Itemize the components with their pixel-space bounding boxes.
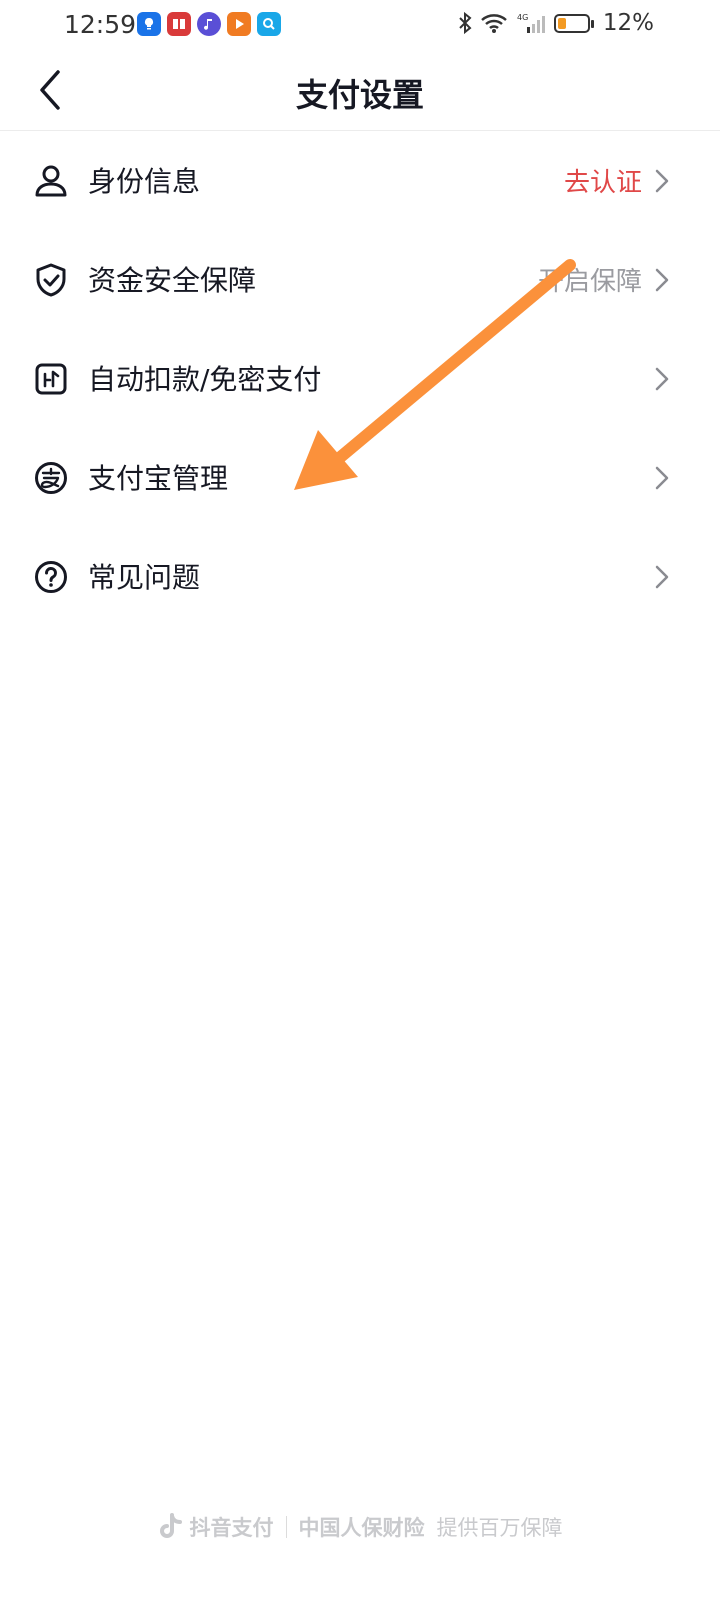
page-title: 支付设置 <box>295 76 424 114</box>
row-value: 去认证 <box>563 168 642 198</box>
row-fund-security[interactable]: 资金安全保障 开启保障 <box>0 231 720 330</box>
header: 支付设置 <box>0 50 720 131</box>
svg-text:4G: 4G <box>517 13 528 22</box>
row-label: 自动扣款/免密支付 <box>88 363 322 396</box>
bulb-app-icon <box>137 12 161 36</box>
chevron-right-icon <box>655 367 669 391</box>
notification-icons <box>137 12 281 36</box>
row-faq[interactable]: 常见问题 <box>0 528 720 627</box>
battery-percent: 12% <box>602 10 654 36</box>
alipay-icon <box>35 462 67 494</box>
douyin-pay-brand: 抖音支付 <box>158 1512 274 1542</box>
footer-note: 提供百万保障 <box>436 1516 563 1540</box>
battery-icon <box>553 13 594 33</box>
chevron-right-icon <box>655 268 669 292</box>
douyin-logo-icon <box>159 1513 182 1538</box>
book-app-icon <box>167 12 191 36</box>
chevron-right-icon <box>655 466 669 490</box>
row-label: 常见问题 <box>88 561 201 594</box>
shield-check-icon <box>36 263 66 297</box>
row-value: 开启保障 <box>537 267 642 297</box>
row-identity-info[interactable]: 身份信息 去认证 <box>0 132 720 231</box>
status-bar: 12:59 4G 12% <box>0 0 720 50</box>
search-app-icon <box>257 12 281 36</box>
row-label: 支付宝管理 <box>88 462 229 495</box>
music-app-icon <box>197 12 221 36</box>
footer: 抖音支付 中国人保财险 提供百万保障 <box>0 1512 720 1542</box>
cellular-signal-icon: 4G <box>517 13 545 33</box>
footer-brand2: 中国人保财险 <box>298 1516 425 1540</box>
wifi-icon <box>481 14 507 33</box>
chevron-right-icon <box>655 169 669 193</box>
footer-brand1: 抖音支付 <box>189 1516 274 1540</box>
video-app-icon <box>227 12 251 36</box>
person-icon <box>35 165 67 197</box>
chevron-right-icon <box>655 565 669 589</box>
row-auto-pay[interactable]: 自动扣款/免密支付 <box>0 330 720 429</box>
row-label: 身份信息 <box>88 165 201 198</box>
system-status: 4G 12% <box>457 10 654 36</box>
row-alipay-management[interactable]: 支付宝管理 <box>0 429 720 528</box>
bluetooth-icon <box>459 11 472 35</box>
settings-list: 身份信息 去认证 资金安全保障 开启保障 自动扣款/免密支付 支付宝管理 常见问… <box>0 132 720 627</box>
auto-pay-icon <box>35 363 67 395</box>
status-time: 12:59 <box>64 10 137 39</box>
footer-divider <box>285 1516 287 1538</box>
row-label: 资金安全保障 <box>88 264 257 297</box>
question-icon <box>35 561 67 593</box>
